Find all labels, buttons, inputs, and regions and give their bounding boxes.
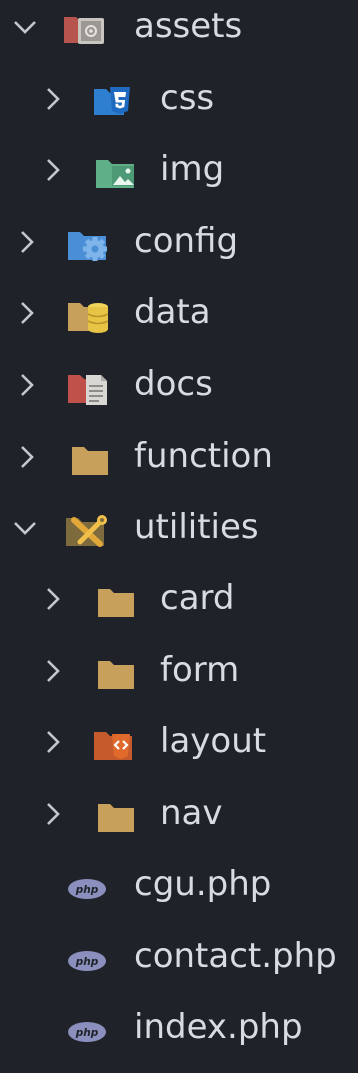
tree-item-utilities[interactable]: utilities: [0, 501, 358, 573]
tree-item-index-php[interactable]: php index.php: [0, 1001, 358, 1073]
tree-item-cgu-php[interactable]: php cgu.php: [0, 858, 358, 930]
php-icon-text: php: [75, 1027, 99, 1039]
tree-item-label: docs: [134, 364, 213, 404]
php-file-icon: php: [64, 939, 110, 979]
chevron-right-icon[interactable]: [14, 444, 40, 470]
tree-item-label: form: [160, 650, 240, 690]
tree-item-assets[interactable]: assets: [0, 0, 358, 72]
folder-icon: [94, 653, 140, 693]
tree-item-function[interactable]: function: [0, 430, 358, 502]
tree-item-form[interactable]: form: [0, 644, 358, 716]
folder-icon: [68, 439, 114, 479]
chevron-down-icon[interactable]: [12, 14, 38, 40]
assets-folder-icon: [62, 9, 108, 49]
tree-item-label: layout: [160, 721, 267, 761]
chevron-right-icon[interactable]: [40, 86, 66, 112]
tree-item-label: nav: [160, 793, 223, 833]
chevron-right-icon[interactable]: [14, 372, 40, 398]
php-file-icon: php: [64, 867, 110, 907]
chevron-right-icon[interactable]: [14, 229, 40, 255]
chevron-right-icon[interactable]: [40, 729, 66, 755]
tree-item-label: index.php: [134, 1007, 303, 1047]
chevron-right-icon[interactable]: [40, 801, 66, 827]
tree-item-css[interactable]: css: [0, 72, 358, 144]
chevron-right-icon[interactable]: [40, 157, 66, 183]
tree-item-data[interactable]: data: [0, 286, 358, 358]
php-icon-text: php: [75, 884, 99, 896]
php-file-icon: php: [64, 1010, 110, 1050]
database-folder-icon: [66, 295, 112, 335]
images-folder-icon: [94, 152, 140, 192]
tree-item-label: function: [134, 436, 273, 476]
config-folder-icon: [66, 224, 112, 264]
chevron-down-icon[interactable]: [12, 515, 38, 541]
tree-item-label: utilities: [134, 507, 259, 547]
tree-item-label: img: [160, 149, 225, 189]
tree-item-contact-php[interactable]: php contact.php: [0, 930, 358, 1002]
layout-folder-icon: [92, 724, 138, 764]
tree-item-label: data: [134, 292, 211, 332]
tree-item-label: assets: [134, 6, 243, 46]
tree-item-card[interactable]: card: [0, 572, 358, 644]
tree-item-label: card: [160, 578, 235, 618]
folder-icon: [94, 581, 140, 621]
chevron-right-icon[interactable]: [40, 586, 66, 612]
tree-item-label: css: [160, 78, 215, 118]
folder-icon: [94, 796, 140, 836]
php-icon-text: php: [75, 956, 99, 968]
tree-item-docs[interactable]: docs: [0, 358, 358, 430]
tree-item-label: config: [134, 221, 239, 261]
tree-item-layout[interactable]: layout: [0, 715, 358, 787]
tree-item-label: cgu.php: [134, 864, 272, 904]
tree-item-nav[interactable]: nav: [0, 787, 358, 859]
tree-item-config[interactable]: config: [0, 215, 358, 287]
docs-folder-icon: [66, 367, 112, 407]
chevron-right-icon[interactable]: [14, 300, 40, 326]
tree-item-label: contact.php: [134, 936, 337, 976]
tree-item-img[interactable]: img: [0, 143, 358, 215]
chevron-right-icon[interactable]: [40, 658, 66, 684]
file-explorer-tree: assets css img config data docs function…: [0, 0, 358, 1053]
css-folder-icon: [92, 81, 138, 121]
utilities-folder-icon: [64, 510, 110, 550]
